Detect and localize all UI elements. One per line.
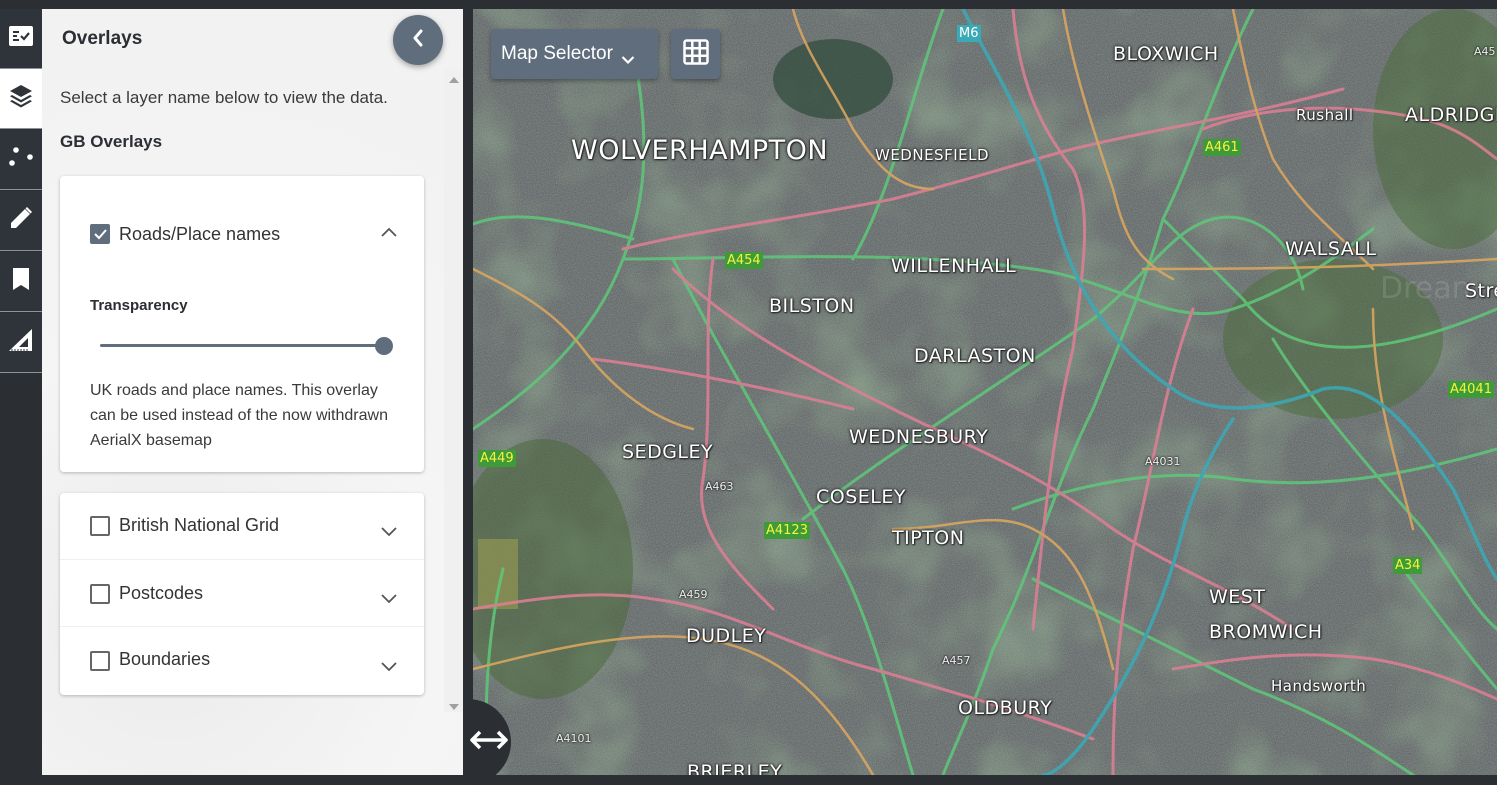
chevron-down-icon[interactable] <box>380 659 398 672</box>
overlay-label-roads: Roads/Place names <box>119 224 281 244</box>
scroll-down-arrow-icon[interactable] <box>449 704 459 710</box>
place-label: Rushall <box>1296 106 1354 124</box>
road-shield: A461 <box>1203 139 1241 156</box>
tool-rail <box>0 9 42 775</box>
rail-button-points[interactable] <box>0 130 42 190</box>
place-label: WEDNESFIELD <box>875 146 990 164</box>
place-label: WALSALL <box>1285 238 1377 260</box>
left-right-arrow-icon <box>469 729 509 756</box>
section-heading: GB Overlays <box>60 132 163 151</box>
road-shield: A454 <box>725 252 763 269</box>
road-shield: A449 <box>478 450 516 467</box>
overlay-label: Postcodes <box>119 583 204 603</box>
map-watermark: Dream <box>1380 271 1481 306</box>
bookmark-icon <box>8 266 34 297</box>
chevron-down-icon <box>621 49 635 65</box>
overlay-label: British National Grid <box>119 515 280 535</box>
chevron-down-icon[interactable] <box>380 524 398 537</box>
overlay-header-roads[interactable]: Roads/Place names <box>60 176 424 276</box>
place-label: ALDRIDGE <box>1405 104 1497 126</box>
chevron-left-icon <box>411 29 425 52</box>
overlay-row-postcodes[interactable]: Postcodes <box>60 560 424 627</box>
road-label: A463 <box>705 480 734 493</box>
road-label: A4031 <box>1145 455 1181 468</box>
slider-thumb[interactable] <box>375 337 393 355</box>
overlay-card-roads: Roads/Place names Transparency UK roads … <box>60 176 424 472</box>
grid-icon <box>682 38 709 70</box>
place-label: DUDLEY <box>686 625 767 647</box>
place-label: WOLVERHAMPTON <box>571 135 829 166</box>
place-label: OLDBURY <box>958 697 1053 719</box>
overlay-checkbox-british-national-grid[interactable] <box>90 516 110 536</box>
pencil-icon <box>8 205 34 236</box>
rail-button-legend[interactable] <box>0 9 42 69</box>
overlay-description: UK roads and place names. This overlay c… <box>90 382 388 449</box>
overlay-label: Boundaries <box>119 649 211 669</box>
overlay-row-boundaries[interactable]: Boundaries <box>60 627 424 694</box>
panel-title: Overlays <box>62 28 143 49</box>
place-label: BROMWICH <box>1209 621 1323 643</box>
overlays-panel: Overlays Select a layer name below to vi… <box>42 9 463 775</box>
road-shield: A4041 <box>1448 381 1494 398</box>
map-view[interactable]: WOLVERHAMPTON WEDNESFIELD BLOXWICH Rusha… <box>473 9 1497 775</box>
collapse-panel-button[interactable] <box>393 15 443 65</box>
chevron-up-icon[interactable] <box>380 225 398 237</box>
place-label: TIPTON <box>892 527 965 549</box>
road-label: A457 <box>942 654 971 667</box>
overlay-row-british-national-grid[interactable]: British National Grid <box>60 493 424 560</box>
overlay-list-collapsed: British National Grid Postcodes Boundari… <box>60 493 424 695</box>
top-bar <box>0 0 1497 9</box>
road-label: A45 <box>1474 45 1496 58</box>
scatter-dots-icon <box>8 144 34 175</box>
scroll-up-arrow-icon[interactable] <box>449 77 459 83</box>
panel-intro: Select a layer name below to view the da… <box>60 88 388 107</box>
place-label: SEDGLEY <box>622 441 714 463</box>
chevron-down-icon[interactable] <box>380 591 398 604</box>
rail-button-draw[interactable] <box>0 191 42 251</box>
place-label: WILLENHALL <box>891 255 1017 277</box>
road-label: A4101 <box>556 732 592 745</box>
road-shield: A34 <box>1393 557 1423 574</box>
overlay-checkbox-roads[interactable] <box>90 224 110 244</box>
road-shield: A4123 <box>764 522 810 539</box>
transparency-slider[interactable] <box>100 336 393 356</box>
place-label: COSELEY <box>816 486 906 508</box>
overlay-checkbox-postcodes[interactable] <box>90 584 110 604</box>
transparency-label: Transparency <box>90 297 188 314</box>
rail-button-bookmarks[interactable] <box>0 252 42 312</box>
rail-button-measure[interactable] <box>0 313 42 373</box>
map-selector-label: Map Selector <box>501 43 613 64</box>
panel-scrollbar[interactable] <box>444 69 463 712</box>
layers-icon <box>8 83 34 114</box>
place-label: BILSTON <box>769 295 855 317</box>
slider-track <box>100 344 384 347</box>
place-label: Handsworth <box>1271 677 1367 695</box>
place-label: DARLASTON <box>914 345 1036 367</box>
place-label: BRIERLEY <box>687 761 783 775</box>
map-selector-button[interactable]: Map Selector <box>491 29 658 79</box>
place-label: WEDNESBURY <box>849 426 989 448</box>
grid-toggle-button[interactable] <box>671 29 720 79</box>
road-shield: M6 <box>957 25 981 42</box>
overlay-checkbox-boundaries[interactable] <box>90 651 110 671</box>
rail-button-layers[interactable] <box>0 69 42 129</box>
place-label: WEST <box>1209 586 1266 608</box>
checklist-icon <box>8 23 34 54</box>
place-label: BLOXWICH <box>1113 43 1219 65</box>
road-label: A459 <box>679 588 708 601</box>
map-divider <box>463 9 473 775</box>
set-square-icon <box>8 327 34 358</box>
